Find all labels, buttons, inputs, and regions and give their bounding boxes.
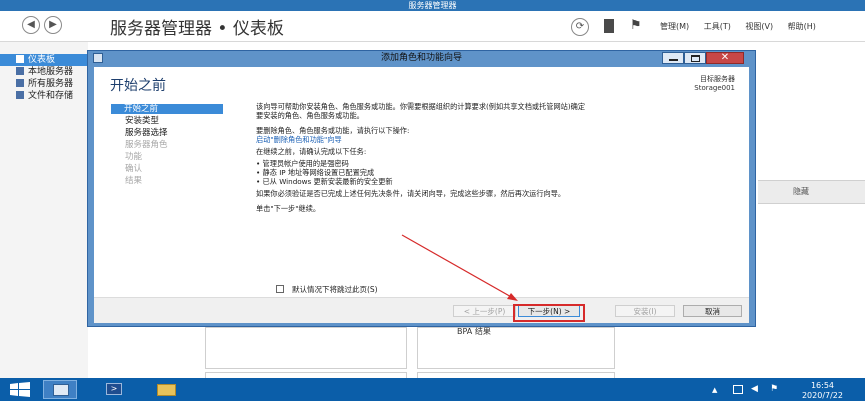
taskbar-server-manager[interactable] [43, 380, 77, 399]
windows-logo-icon [10, 382, 30, 397]
tray-icons[interactable]: ▲ [712, 386, 717, 394]
server-manager-icon [53, 384, 69, 396]
next-button-highlight [513, 304, 585, 322]
folder-icon [157, 384, 176, 396]
clock-date: 2020/7/22 [801, 391, 843, 400]
annotation-arrow [401, 234, 518, 301]
flag-tray-icon[interactable]: ⚑ [770, 384, 778, 394]
taskbar: > ▲ ◀ ⚑ 16:54 2020/7/22 [0, 378, 865, 401]
chevron-up-icon: ▲ [712, 386, 718, 394]
clock-time: 16:54 [810, 381, 835, 390]
windows-start-button[interactable] [10, 382, 30, 397]
taskbar-file-explorer[interactable] [150, 380, 184, 399]
volume-icon[interactable]: ◀ [751, 384, 758, 394]
powershell-icon: > [106, 383, 122, 395]
network-icon[interactable] [733, 385, 743, 394]
taskbar-clock[interactable]: 16:54 2020/7/22 [802, 382, 843, 400]
taskbar-powershell[interactable]: > [97, 380, 131, 399]
